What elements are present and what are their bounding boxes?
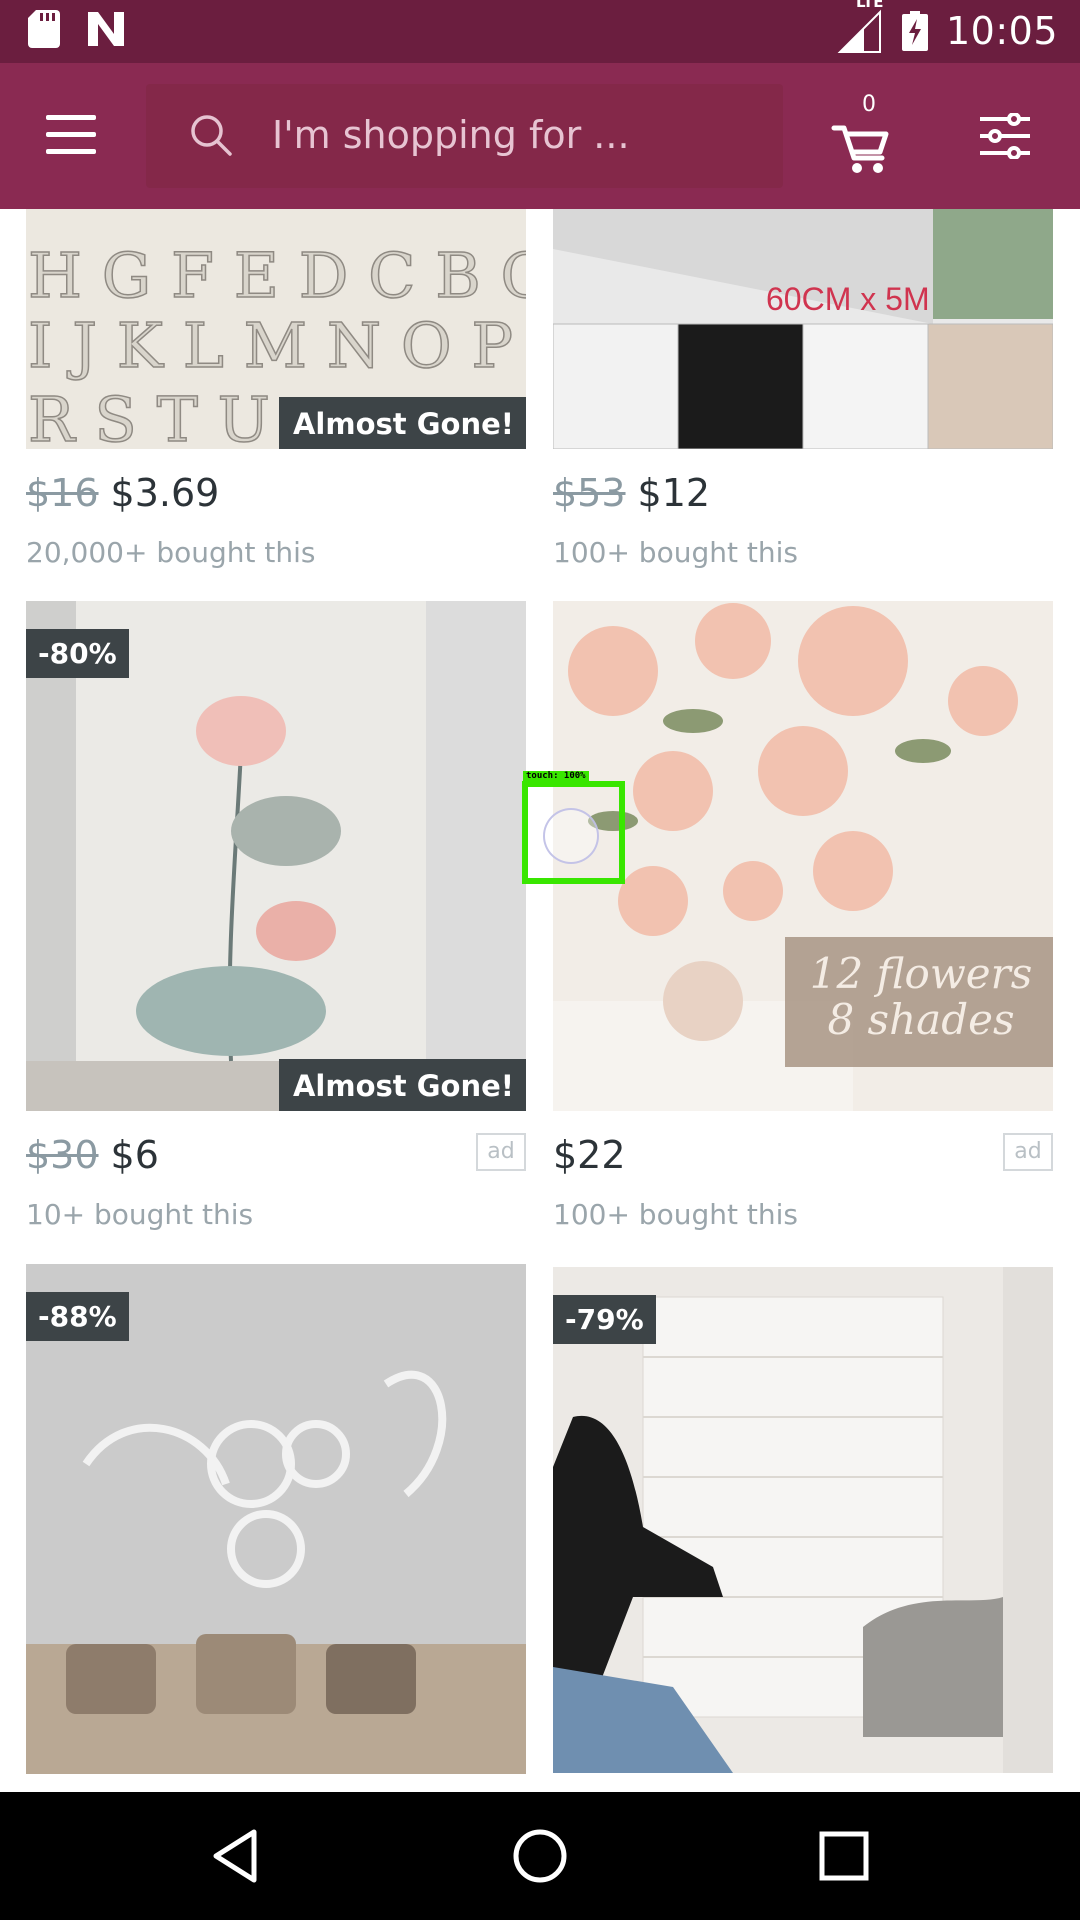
original-price: $53	[553, 471, 626, 515]
status-bar: LTE 10:05	[0, 0, 1080, 63]
product-grid: H G F E D C B Q I J K L M N O P R S T U …	[0, 209, 1080, 1791]
price-row: $16 $3.69	[26, 471, 526, 521]
cart-button[interactable]: 0	[831, 92, 900, 178]
bought-count: 100+ bought this	[553, 536, 798, 569]
price-row: $30 $6 ad	[26, 1133, 526, 1183]
product-card[interactable]: -80% Almost Gone! $30 $6 ad 10+ bought th…	[26, 601, 526, 1231]
ad-label: ad	[1003, 1133, 1053, 1171]
notification-n-icon	[88, 12, 124, 46]
search-input[interactable]	[272, 104, 762, 166]
product-image: H G F E D C B Q I J K L M N O P R S T U …	[26, 209, 526, 449]
product-image: -88%	[26, 1264, 526, 1774]
product-card[interactable]: 60CM x 5M $53 $12 100+ bought this	[553, 209, 1053, 579]
discount-badge: -80%	[26, 629, 129, 678]
product-image: -80% Almost Gone!	[26, 601, 526, 1111]
almost-gone-badge: Almost Gone!	[278, 1059, 526, 1111]
product-image: -79%	[553, 1267, 1053, 1773]
filter-settings-icon[interactable]	[978, 113, 1032, 159]
product-card[interactable]: H G F E D C B Q I J K L M N O P R S T U …	[26, 209, 526, 579]
touch-indicator-label: touch: 100%	[523, 771, 589, 781]
product-card[interactable]: 12 flowers 8 shades $22 ad 100+ bought th…	[553, 601, 1053, 1231]
price-row: $53 $12	[553, 471, 1053, 521]
ad-label: ad	[476, 1133, 526, 1171]
svg-text:H G F E D C B Q: H G F E D C B Q	[28, 239, 526, 312]
search-bar[interactable]	[146, 84, 783, 188]
sale-price: $3.69	[110, 471, 220, 515]
sale-price: $12	[637, 471, 711, 515]
svg-text:R S T U: R S T U	[28, 383, 270, 449]
product-card[interactable]: -79%	[553, 1267, 1053, 1787]
product-image: 60CM x 5M	[553, 209, 1053, 449]
price-row: $22 ad	[553, 1133, 1053, 1183]
svg-text:I J K L M N O P: I J K L M N O P	[28, 309, 513, 382]
bought-count: 100+ bought this	[553, 1198, 798, 1231]
battery-charging-icon	[901, 11, 928, 51]
back-icon[interactable]	[204, 1824, 268, 1888]
navigation-bar	[0, 1792, 1080, 1920]
status-time: 10:05	[945, 9, 1058, 53]
home-icon[interactable]	[508, 1824, 572, 1888]
almost-gone-badge: Almost Gone!	[278, 397, 526, 449]
product-card[interactable]: -88%	[26, 1264, 526, 1784]
recents-icon[interactable]	[812, 1824, 876, 1888]
discount-badge: -88%	[26, 1292, 129, 1341]
sale-price: $6	[110, 1133, 159, 1177]
original-price: $30	[26, 1133, 99, 1177]
touch-point	[543, 808, 599, 864]
sd-card-icon	[28, 10, 60, 48]
bought-count: 20,000+ bought this	[26, 536, 316, 569]
discount-badge: -79%	[553, 1295, 656, 1344]
image-caption: 60CM x 5M	[766, 281, 930, 317]
image-caption: 12 flowers 8 shades	[809, 949, 1033, 1044]
product-image: 12 flowers 8 shades	[553, 601, 1053, 1111]
search-icon	[191, 115, 232, 156]
signal-icon: LTE	[834, 0, 884, 56]
cart-icon	[831, 125, 889, 173]
bought-count: 10+ bought this	[26, 1198, 254, 1231]
menu-button[interactable]	[46, 115, 100, 155]
app-bar: 0	[0, 63, 1080, 209]
sale-price: $22	[553, 1133, 626, 1177]
original-price: $16	[26, 471, 99, 515]
